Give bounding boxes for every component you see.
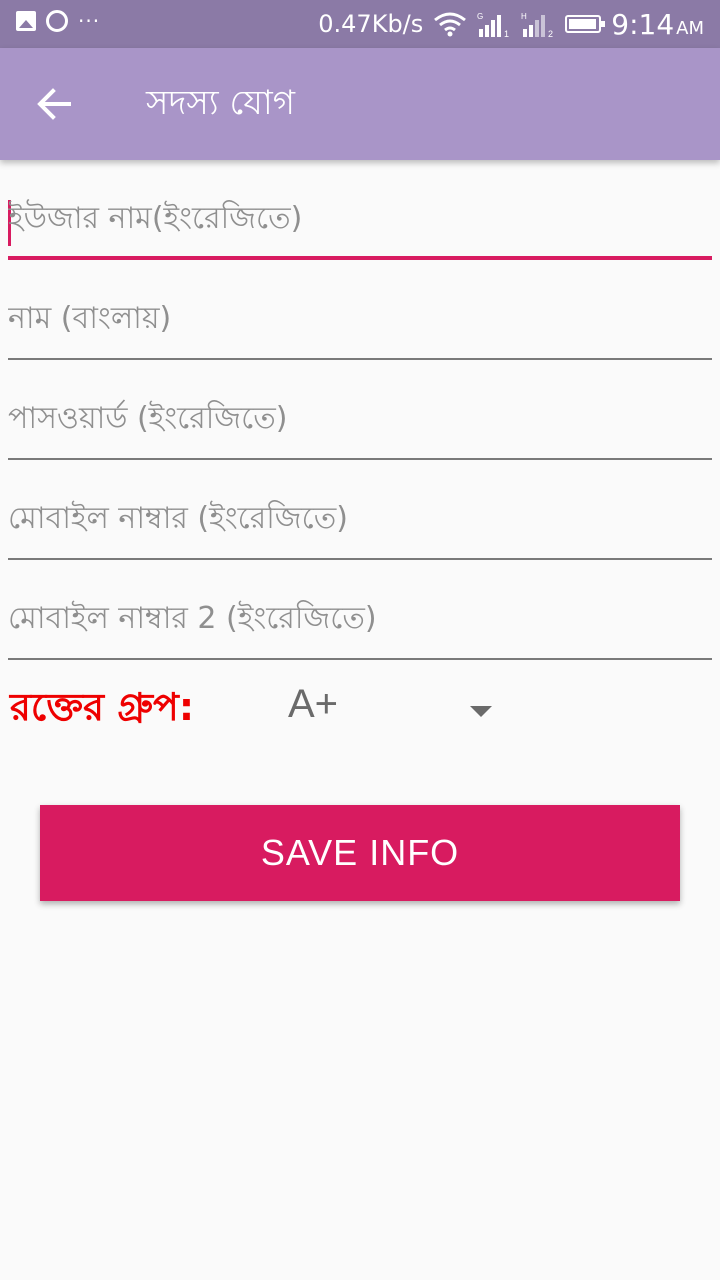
dropdown-arrow-icon: [470, 706, 492, 717]
swirl-icon: [46, 10, 68, 32]
clock: 9:14 AM: [611, 8, 704, 41]
sim2-type-label: H: [521, 12, 527, 21]
name-bangla-field[interactable]: [8, 260, 712, 360]
blood-group-selected: A+: [288, 682, 339, 726]
notification-icons: ···: [16, 10, 100, 32]
status-bar: ··· 0.47Kb/s G 1 H 2 9:14 AM: [0, 0, 720, 48]
wifi-icon: [434, 12, 467, 37]
blood-group-label: রক্তের গ্রুপ:: [10, 685, 195, 729]
sim2-number-label: 2: [548, 29, 553, 37]
sim1-number-label: 1: [504, 29, 509, 37]
page-title: সদস্য যোগ: [146, 83, 295, 123]
image-icon: [16, 11, 36, 31]
blood-group-spinner[interactable]: A+: [280, 672, 500, 742]
mobile-number-2-input[interactable]: [8, 588, 712, 648]
arrow-left-icon: [37, 88, 71, 120]
network-speed: 0.47Kb/s: [318, 10, 424, 38]
username-field[interactable]: [8, 160, 712, 260]
battery-icon: [565, 15, 606, 33]
field-underline: [8, 658, 712, 660]
mobile-number-input[interactable]: [8, 488, 712, 548]
more-notifications-icon: ···: [78, 9, 101, 33]
password-input[interactable]: [8, 388, 712, 448]
system-indicators: 0.47Kb/s G 1 H 2 9:14 AM: [318, 4, 704, 44]
clock-time: 9:14: [611, 7, 675, 41]
app-bar: সদস্য যোগ: [0, 48, 720, 160]
back-button[interactable]: [24, 76, 84, 132]
mobile-number-field[interactable]: [8, 460, 712, 560]
blood-group-row: রক্তের গ্রুপ: A+: [10, 672, 710, 742]
name-bangla-input[interactable]: [8, 288, 712, 348]
signal-sim1-icon: G 1: [477, 12, 509, 37]
sim1-type-label: G: [477, 12, 483, 21]
mobile-number-2-field[interactable]: [8, 560, 712, 660]
password-field[interactable]: [8, 360, 712, 460]
signal-sim2-icon: H 2: [521, 12, 553, 37]
save-info-button[interactable]: SAVE INFO: [40, 805, 680, 901]
username-input[interactable]: [8, 188, 712, 248]
clock-ampm: AM: [676, 17, 704, 39]
